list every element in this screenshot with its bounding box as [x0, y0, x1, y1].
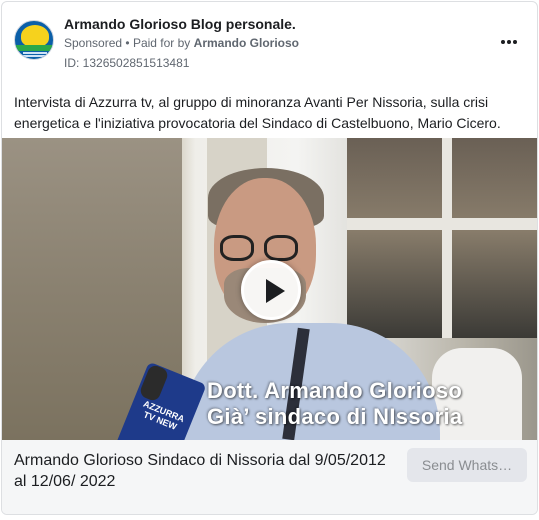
meta-separator: •: [125, 36, 130, 50]
page-avatar[interactable]: [14, 20, 54, 60]
send-whatsapp-button[interactable]: Send Whats…: [407, 448, 527, 482]
play-icon: [266, 279, 285, 303]
ad-video[interactable]: AZZURRA TV NEW Dott. Armando Glorioso Gi…: [2, 138, 537, 440]
footer-title[interactable]: Armando Glorioso Sindaco di Nissoria dal…: [14, 450, 399, 492]
sponsored-label: Sponsored: [64, 36, 123, 50]
video-caption-line1: Dott. Armando Glorioso: [207, 378, 463, 403]
play-button[interactable]: [241, 260, 301, 320]
video-caption: Dott. Armando Glorioso Già’ sindaco di N…: [207, 378, 462, 430]
ad-header: Armando Glorioso Blog personale. Sponsor…: [2, 2, 537, 76]
ad-id: ID: 1326502851513481: [64, 56, 190, 70]
sponsor-meta: Sponsored • Paid for by Armando Glorioso: [64, 36, 299, 50]
ad-body-text: Intervista di Azzurra tv, al gruppo di m…: [14, 94, 501, 131]
avatar-logo-icon: [21, 25, 49, 47]
more-options-button[interactable]: [495, 30, 523, 54]
page-name-link[interactable]: Armando Glorioso Blog personale.: [64, 16, 296, 32]
ad-card: Armando Glorioso Blog personale. Sponsor…: [1, 1, 538, 515]
paid-for-name: Armando Glorioso: [193, 36, 299, 50]
paid-for-prefix: Paid for by: [132, 36, 191, 50]
ad-footer: Armando Glorioso Sindaco di Nissoria dal…: [2, 440, 537, 514]
more-horizontal-icon: [501, 40, 505, 44]
video-caption-line2: Già’ sindaco di NIssoria: [207, 404, 463, 429]
